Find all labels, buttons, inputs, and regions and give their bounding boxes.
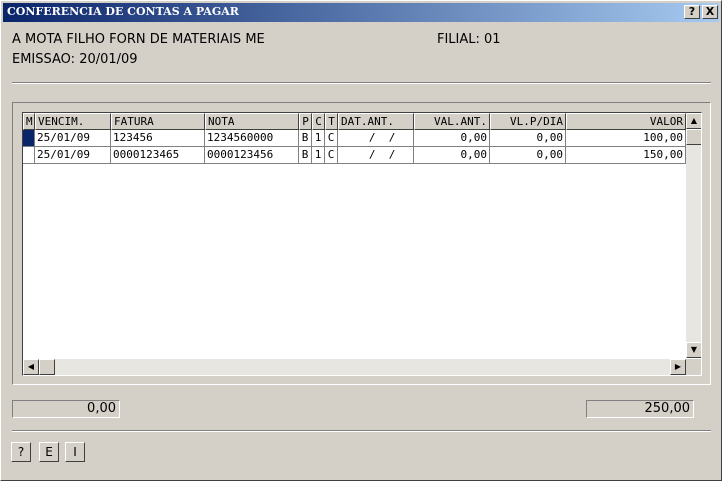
- branch-label: FILIAL: 01: [437, 32, 501, 47]
- table-cell[interactable]: 25/01/09: [35, 147, 111, 164]
- table-cell[interactable]: / /: [338, 147, 414, 164]
- separator-top: [12, 82, 711, 84]
- table-cell[interactable]: 0,00: [490, 130, 566, 147]
- table-cell[interactable]: 1: [312, 147, 325, 164]
- edit-button[interactable]: E: [39, 442, 59, 462]
- col-header-vl-p-dia[interactable]: VL.P/DIA: [490, 113, 566, 130]
- col-header-m[interactable]: M: [23, 113, 35, 130]
- table-cell[interactable]: 0,00: [414, 130, 490, 147]
- col-header-fatura[interactable]: FATURA: [111, 113, 205, 130]
- help-button[interactable]: ?: [11, 442, 31, 462]
- table-cell[interactable]: 0000123465: [111, 147, 205, 164]
- table-cell[interactable]: 150,00: [566, 147, 686, 164]
- help-title-button[interactable]: ?: [684, 5, 700, 19]
- row-marker[interactable]: [23, 147, 35, 164]
- col-header-val-ant[interactable]: VAL.ANT.: [414, 113, 490, 130]
- col-header-c[interactable]: C: [312, 113, 325, 130]
- scroll-right-icon[interactable]: ▶: [670, 359, 686, 375]
- table-cell[interactable]: B: [299, 130, 312, 147]
- window-title: CONFERENCIA DE CONTAS A PAGAR: [7, 5, 239, 18]
- scrollbar-corner: [686, 359, 701, 375]
- separator-bottom: [12, 430, 711, 432]
- table-cell[interactable]: 0,00: [490, 147, 566, 164]
- issue-date-label: EMISSAO: 20/01/09: [12, 52, 138, 67]
- table-cell[interactable]: C: [325, 147, 338, 164]
- title-bar[interactable]: CONFERENCIA DE CONTAS A PAGAR ? X: [3, 3, 719, 22]
- row-marker-selected[interactable]: [23, 130, 35, 147]
- invoice-grid[interactable]: M VENCIM. FATURA NOTA P C T DAT.ANT. VAL…: [22, 112, 702, 376]
- table-cell[interactable]: B: [299, 147, 312, 164]
- table-cell[interactable]: 100,00: [566, 130, 686, 147]
- col-header-dat-ant[interactable]: DAT.ANT.: [338, 113, 414, 130]
- supplier-name: A MOTA FILHO FORN DE MATERIAIS ME: [12, 32, 265, 47]
- scroll-left-icon[interactable]: ◀: [23, 359, 39, 375]
- table-cell[interactable]: 1234560000: [205, 130, 299, 147]
- horizontal-scroll-thumb[interactable]: [39, 359, 55, 375]
- info-button[interactable]: I: [65, 442, 85, 462]
- scroll-up-icon[interactable]: ▲: [686, 113, 701, 129]
- horizontal-scrollbar[interactable]: ◀ ▶: [23, 359, 686, 375]
- col-header-p[interactable]: P: [299, 113, 312, 130]
- col-header-t[interactable]: T: [325, 113, 338, 130]
- total-right-field: 250,00: [586, 400, 694, 418]
- total-left-field: 0,00: [12, 400, 120, 418]
- table-cell[interactable]: 0,00: [414, 147, 490, 164]
- vertical-scroll-thumb[interactable]: [686, 129, 701, 145]
- dialog-window: CONFERENCIA DE CONTAS A PAGAR ? X A MOTA…: [0, 0, 722, 481]
- table-cell[interactable]: 25/01/09: [35, 130, 111, 147]
- table-cell[interactable]: / /: [338, 130, 414, 147]
- close-button[interactable]: X: [702, 5, 718, 19]
- col-header-vencim[interactable]: VENCIM.: [35, 113, 111, 130]
- vertical-scrollbar[interactable]: ▲ ▼: [686, 113, 701, 358]
- col-header-valor[interactable]: VALOR: [566, 113, 686, 130]
- table-cell[interactable]: 1: [312, 130, 325, 147]
- table-cell[interactable]: C: [325, 130, 338, 147]
- col-header-nota[interactable]: NOTA: [205, 113, 299, 130]
- scroll-down-icon[interactable]: ▼: [686, 342, 701, 358]
- table-cell[interactable]: 123456: [111, 130, 205, 147]
- table-cell[interactable]: 0000123456: [205, 147, 299, 164]
